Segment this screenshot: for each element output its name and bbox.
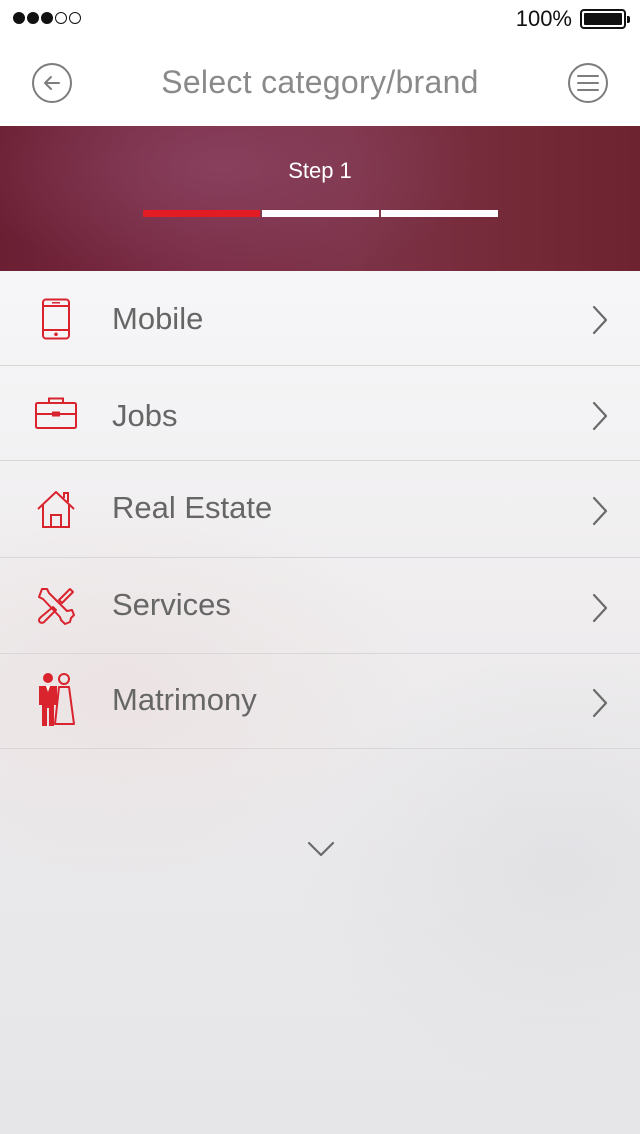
step-banner: Step 1 xyxy=(0,126,640,271)
status-bar: 100% xyxy=(0,0,640,38)
category-label: Mobile xyxy=(112,301,204,336)
chevron-down-icon[interactable] xyxy=(306,839,336,859)
chevron-right-icon xyxy=(592,593,608,623)
category-item-matrimony[interactable]: Matrimony xyxy=(0,654,640,749)
category-item-mobile[interactable]: Mobile xyxy=(0,271,640,366)
step-progress xyxy=(143,210,498,217)
category-item-jobs[interactable]: Jobs xyxy=(0,366,640,461)
category-list: Mobile Jobs Real Estate Services Matrimo… xyxy=(0,271,640,1134)
chevron-right-icon xyxy=(592,688,608,718)
hamburger-icon xyxy=(577,75,599,91)
chevron-right-icon xyxy=(592,305,608,335)
step-segment-2 xyxy=(262,210,379,217)
tools-icon xyxy=(30,580,82,632)
signal-strength-icon xyxy=(13,12,81,24)
category-label: Matrimony xyxy=(112,682,257,717)
chevron-right-icon xyxy=(592,401,608,431)
category-label: Services xyxy=(112,587,231,622)
category-label: Real Estate xyxy=(112,490,273,525)
mobile-phone-icon xyxy=(30,293,82,345)
category-label: Jobs xyxy=(112,398,178,433)
battery-icon xyxy=(580,9,630,29)
menu-button[interactable] xyxy=(568,63,608,103)
chevron-right-icon xyxy=(592,496,608,526)
step-segment-1 xyxy=(143,210,260,217)
battery-percent: 100% xyxy=(515,6,572,31)
step-label: Step 1 xyxy=(288,158,352,183)
app-header: Select category/brand xyxy=(0,38,640,126)
step-segment-3 xyxy=(381,210,498,217)
house-icon xyxy=(30,483,82,535)
wedding-couple-icon xyxy=(30,672,82,728)
page-title: Select category/brand xyxy=(161,64,479,100)
category-item-services[interactable]: Services xyxy=(0,558,640,654)
category-item-real-estate[interactable]: Real Estate xyxy=(0,461,640,558)
briefcase-icon xyxy=(30,387,82,439)
